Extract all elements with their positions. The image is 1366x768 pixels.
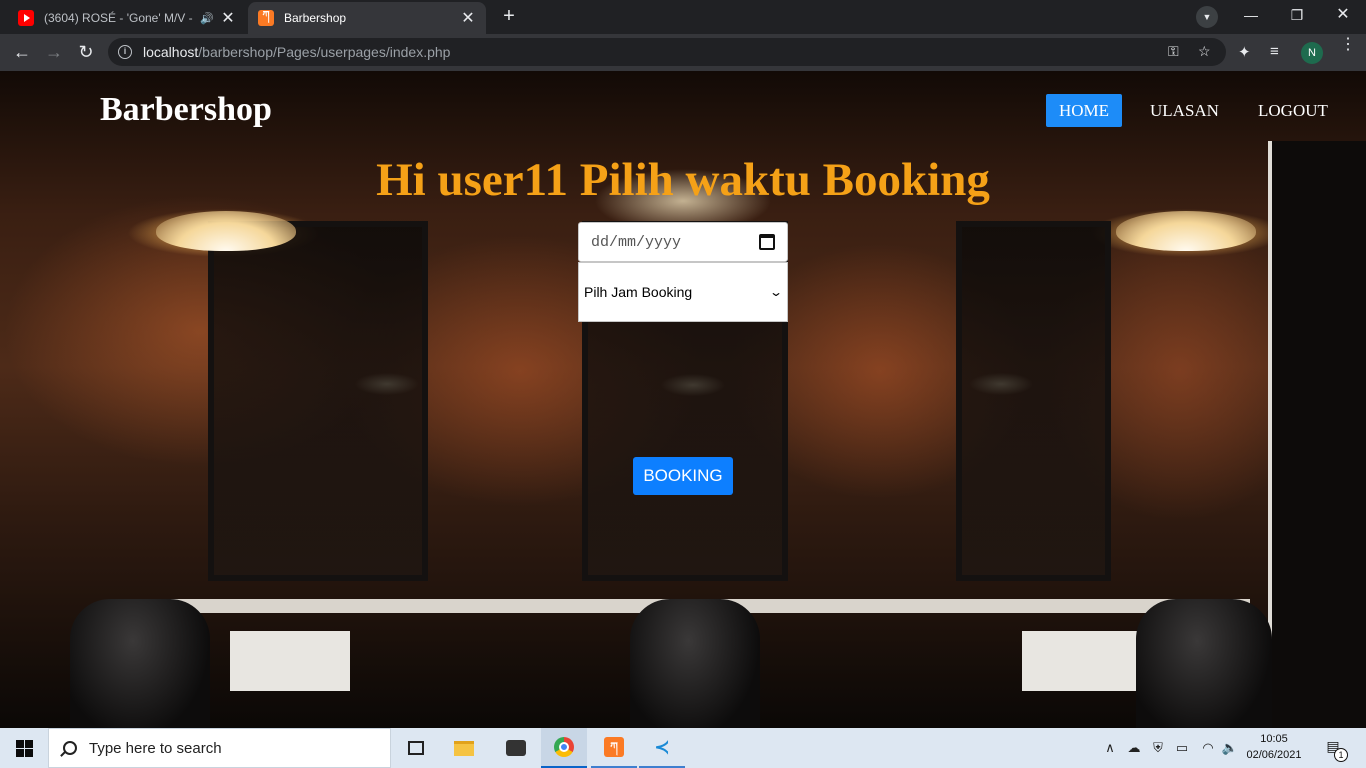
task-view-icon	[408, 741, 424, 755]
extensions-icon[interactable]: ✦	[1238, 43, 1251, 61]
taskbar-xampp[interactable]: ཀ	[591, 728, 637, 768]
speaker-icon[interactable]: 🔊	[200, 12, 214, 25]
forward-button[interactable]: →	[41, 40, 67, 66]
nav-logout[interactable]: LOGOUT	[1245, 94, 1341, 127]
reload-button[interactable]: ↻	[73, 40, 99, 66]
system-clock[interactable]: 10:05 02/06/2021	[1244, 731, 1304, 763]
window-close-button[interactable]: ✕	[1320, 0, 1366, 30]
notification-center-icon[interactable]: ▤ 1	[1322, 738, 1348, 762]
background-lamp	[1116, 211, 1256, 251]
background-door	[1268, 141, 1366, 728]
key-icon[interactable]: ⚿	[1168, 43, 1179, 60]
date-placeholder: dd/mm/yyyy	[591, 233, 682, 251]
bookmark-star-icon[interactable]: ☆	[1198, 43, 1211, 60]
taskbar-game-app[interactable]	[493, 728, 539, 768]
url-text[interactable]: localhost/barbershop/Pages/userpages/ind…	[143, 44, 450, 60]
media-control-icon[interactable]: ≡	[1270, 43, 1279, 60]
background-sink	[1022, 631, 1142, 691]
onedrive-icon[interactable]: ☁	[1124, 728, 1144, 768]
background-mirror	[956, 221, 1111, 581]
windows-start-button[interactable]	[0, 728, 48, 768]
chrome-icon	[554, 737, 574, 757]
xampp-icon: ཀ	[258, 10, 274, 26]
nav-ulasan[interactable]: ULASAN	[1137, 94, 1232, 127]
minimize-button[interactable]: —	[1228, 0, 1274, 30]
new-tab-button[interactable]: +	[495, 5, 523, 29]
select-value: Pilh Jam Booking	[584, 284, 693, 300]
game-icon	[506, 740, 526, 756]
youtube-icon	[18, 10, 34, 26]
page-title: Hi user11 Pilih waktu Booking	[376, 154, 990, 206]
notification-badge: 1	[1334, 748, 1348, 762]
vscode-icon: ≺	[654, 737, 670, 757]
booking-time-select[interactable]: Pilh Jam Booking ⌄	[578, 262, 788, 322]
browser-tabstrip: (3604) ROSÉ - 'Gone' M/V - YouTube 🔊 ✕ ཀ…	[0, 0, 1366, 34]
maximize-button[interactable]: ❐	[1274, 0, 1320, 30]
search-placeholder: Type here to search	[89, 739, 222, 757]
tab-search-icon[interactable]: ▼	[1196, 6, 1218, 28]
browser-toolbar: ← → ↻ i localhost/barbershop/Pages/userp…	[0, 34, 1366, 71]
security-icon[interactable]: ⛨	[1148, 728, 1168, 768]
clock-time: 10:05	[1260, 733, 1288, 745]
tab-title: Barbershop	[284, 11, 347, 25]
xampp-icon: ཀ	[604, 737, 624, 757]
address-bar[interactable]: i localhost/barbershop/Pages/userpages/i…	[108, 38, 1226, 66]
search-icon	[63, 741, 77, 755]
booking-date-input[interactable]: dd/mm/yyyy	[578, 222, 788, 262]
more-menu-icon[interactable]: ⋮	[1340, 37, 1356, 53]
tray-chevron-up-icon[interactable]: ∧	[1100, 728, 1120, 768]
clock-date: 02/06/2021	[1246, 749, 1302, 761]
info-icon[interactable]: i	[118, 45, 132, 59]
background-chair	[630, 599, 760, 728]
profile-avatar[interactable]: N	[1301, 42, 1323, 64]
tab-youtube[interactable]: (3604) ROSÉ - 'Gone' M/V - YouTube 🔊 ✕	[8, 2, 246, 34]
close-icon[interactable]: ✕	[460, 8, 476, 28]
back-button[interactable]: ←	[9, 40, 35, 66]
background-lamp	[156, 211, 296, 251]
windows-taskbar: Type here to search ཀ ≺ ∧ ☁ ⛨ ▭ ◠ 🔈 10:0…	[0, 728, 1366, 768]
wifi-icon[interactable]: ◠	[1198, 728, 1218, 768]
folder-icon	[454, 740, 474, 756]
background-mirror	[208, 221, 428, 581]
battery-icon[interactable]: ▭	[1172, 728, 1192, 768]
chevron-down-icon: ⌄	[768, 285, 784, 299]
site-brand[interactable]: Barbershop	[100, 91, 272, 129]
taskbar-chrome[interactable]	[541, 728, 587, 768]
booking-button[interactable]: BOOKING	[633, 457, 733, 495]
taskbar-vscode[interactable]: ≺	[639, 728, 685, 768]
background-chair	[1136, 599, 1272, 728]
nav-home[interactable]: HOME	[1046, 94, 1123, 127]
taskbar-search[interactable]: Type here to search	[48, 728, 391, 768]
background-chair	[70, 599, 210, 728]
volume-icon[interactable]: 🔈	[1220, 728, 1240, 768]
taskbar-file-explorer[interactable]	[441, 728, 487, 768]
calendar-icon[interactable]	[759, 234, 775, 250]
background-sink	[230, 631, 350, 691]
page-viewport: Barbershop HOME ULASAN LOGOUT Hi user11 …	[0, 71, 1366, 728]
tab-barbershop[interactable]: ཀ Barbershop ✕	[248, 2, 486, 34]
tab-title: (3604) ROSÉ - 'Gone' M/V - YouTube	[44, 11, 194, 25]
task-view-button[interactable]	[393, 728, 439, 768]
close-icon[interactable]: ✕	[220, 8, 236, 28]
